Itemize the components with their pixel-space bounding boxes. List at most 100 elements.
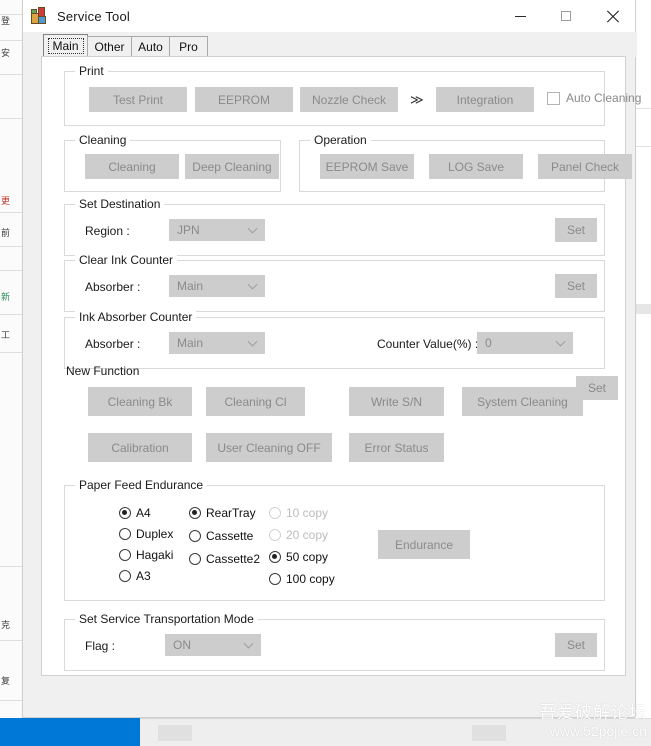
taskbar-strip [140,718,651,746]
radio-cassette2[interactable]: Cassette2 [189,552,260,566]
cleaning-group-legend: Cleaning [75,133,131,147]
clear-ink-counter-group: Clear Ink Counter Absorber : Main Set [64,253,605,312]
auto-cleaning-checkbox[interactable] [547,91,560,105]
deep-cleaning-button[interactable]: Deep Cleaning [185,154,279,179]
ink-absorber-label: Absorber : [85,337,141,351]
service-tool-window: Service Tool Main Other Auto Pro Print T… [22,0,641,718]
chevron-down-icon [247,336,258,347]
tab-strip: Main Other Auto Pro [23,32,637,57]
chevron-down-icon [555,336,566,347]
radio-hagaki[interactable]: Hagaki [119,548,173,562]
radio-10-copy-indicator[interactable] [269,507,281,519]
radio-reartray[interactable]: RearTray [189,506,256,520]
tab-auto[interactable]: Auto [131,36,170,57]
set-destination-group: Set Destination Region : JPN Set [64,197,605,256]
counter-value-value: 0 [485,336,492,350]
print-group: Print Test Print EEPROM Nozzle Check ≫ I… [64,64,641,126]
minimize-button[interactable] [497,0,543,32]
tab-other[interactable]: Other [87,36,132,57]
flag-select-value: ON [173,638,191,652]
window-title: Service Tool [57,8,130,24]
system-cleaning-button[interactable]: System Cleaning [462,387,583,416]
main-tab-panel: Print Test Print EEPROM Nozzle Check ≫ I… [41,56,641,676]
nozzle-check-button[interactable]: Nozzle Check [300,87,398,112]
tab-other-label: Other [94,40,125,54]
chevron-down-icon [243,638,254,649]
maximize-button[interactable] [543,0,589,32]
panel-check-button[interactable]: Panel Check [538,154,632,179]
error-status-button[interactable]: Error Status [349,433,444,462]
radio-50-copy-indicator[interactable] [269,551,281,563]
clear-ink-absorber-value: Main [177,279,204,293]
radio-a4[interactable]: A4 [119,506,151,520]
ink-absorber-counter-legend: Ink Absorber Counter [75,310,197,324]
radio-cassette2-indicator[interactable] [189,553,201,565]
eeprom-save-button[interactable]: EEPROM Save [320,154,414,179]
clear-ink-counter-set-button[interactable]: Set [555,274,597,298]
service-transportation-legend: Set Service Transportation Mode [75,612,258,626]
clear-ink-absorber-label: Absorber : [85,280,141,294]
radio-a4-label: A4 [136,506,151,520]
ink-absorber-value: Main [177,336,204,350]
ink-absorber-counter-group: Ink Absorber Counter Absorber : Main Cou… [64,310,605,369]
title-bar: Service Tool [23,0,635,32]
taskbar [0,718,140,746]
integration-button[interactable]: Integration [436,87,534,112]
radio-a4-indicator[interactable] [119,507,131,519]
chevron-down-icon [247,279,258,290]
cleaning-bk-button[interactable]: Cleaning Bk [88,387,192,416]
cleaning-cl-button[interactable]: Cleaning Cl [206,387,305,416]
radio-20-copy[interactable]: 20 copy [269,528,328,542]
radio-50-copy-label: 50 copy [286,550,329,564]
radio-cassette-label: Cassette [206,529,254,543]
radio-duplex[interactable]: Duplex [119,527,173,541]
flag-select[interactable]: ON [165,634,261,656]
auto-cleaning-checkbox-row[interactable]: Auto Cleaning [547,91,641,105]
radio-20-copy-indicator[interactable] [269,529,281,541]
user-cleaning-off-button[interactable]: User Cleaning OFF [206,433,332,462]
tab-main[interactable]: Main [43,34,88,57]
cleaning-button[interactable]: Cleaning [85,154,179,179]
region-select[interactable]: JPN [169,219,265,241]
window-controls [497,0,635,32]
service-transportation-set-button[interactable]: Set [555,633,597,657]
radio-hagaki-indicator[interactable] [119,549,131,561]
radio-reartray-indicator[interactable] [189,507,201,519]
radio-hagaki-label: Hagaki [136,548,174,562]
radio-reartray-label: RearTray [206,506,256,520]
endurance-button[interactable]: Endurance [378,530,470,559]
radio-a3-label: A3 [136,569,151,583]
radio-cassette2-label: Cassette2 [206,552,261,566]
chevron-double-right-icon: ≫ [410,92,424,107]
test-print-button[interactable]: Test Print [89,87,187,112]
radio-10-copy-label: 10 copy [286,506,329,520]
tab-pro[interactable]: Pro [169,36,208,57]
operation-group: Operation EEPROM Save LOG Save Panel Che… [299,133,632,192]
ink-absorber-select[interactable]: Main [169,332,265,354]
tab-auto-label: Auto [138,40,163,54]
log-save-button[interactable]: LOG Save [429,154,523,179]
calibration-button[interactable]: Calibration [88,433,192,462]
radio-a3-indicator[interactable] [119,570,131,582]
radio-cassette-indicator[interactable] [189,530,201,542]
radio-50-copy[interactable]: 50 copy [269,550,328,564]
radio-100-copy-indicator[interactable] [269,573,281,585]
close-button[interactable] [589,0,635,32]
clear-ink-counter-legend: Clear Ink Counter [75,253,178,267]
toolbox-icon [31,7,49,25]
background-left-pane: 登 安 更 前 新 工 克 复 [0,0,22,718]
radio-100-copy[interactable]: 100 copy [269,572,335,586]
radio-duplex-indicator[interactable] [119,528,131,540]
operation-group-legend: Operation [310,133,371,147]
clear-ink-absorber-select[interactable]: Main [169,275,265,297]
region-select-value: JPN [177,223,200,237]
print-group-legend: Print [75,64,108,78]
set-destination-set-button[interactable]: Set [555,218,597,242]
radio-a3[interactable]: A3 [119,569,151,583]
eeprom-button[interactable]: EEPROM [195,87,293,112]
counter-value-select[interactable]: 0 [477,332,573,354]
region-label: Region : [85,224,130,238]
radio-10-copy[interactable]: 10 copy [269,506,328,520]
write-sn-button[interactable]: Write S/N [349,387,444,416]
radio-cassette[interactable]: Cassette [189,529,253,543]
